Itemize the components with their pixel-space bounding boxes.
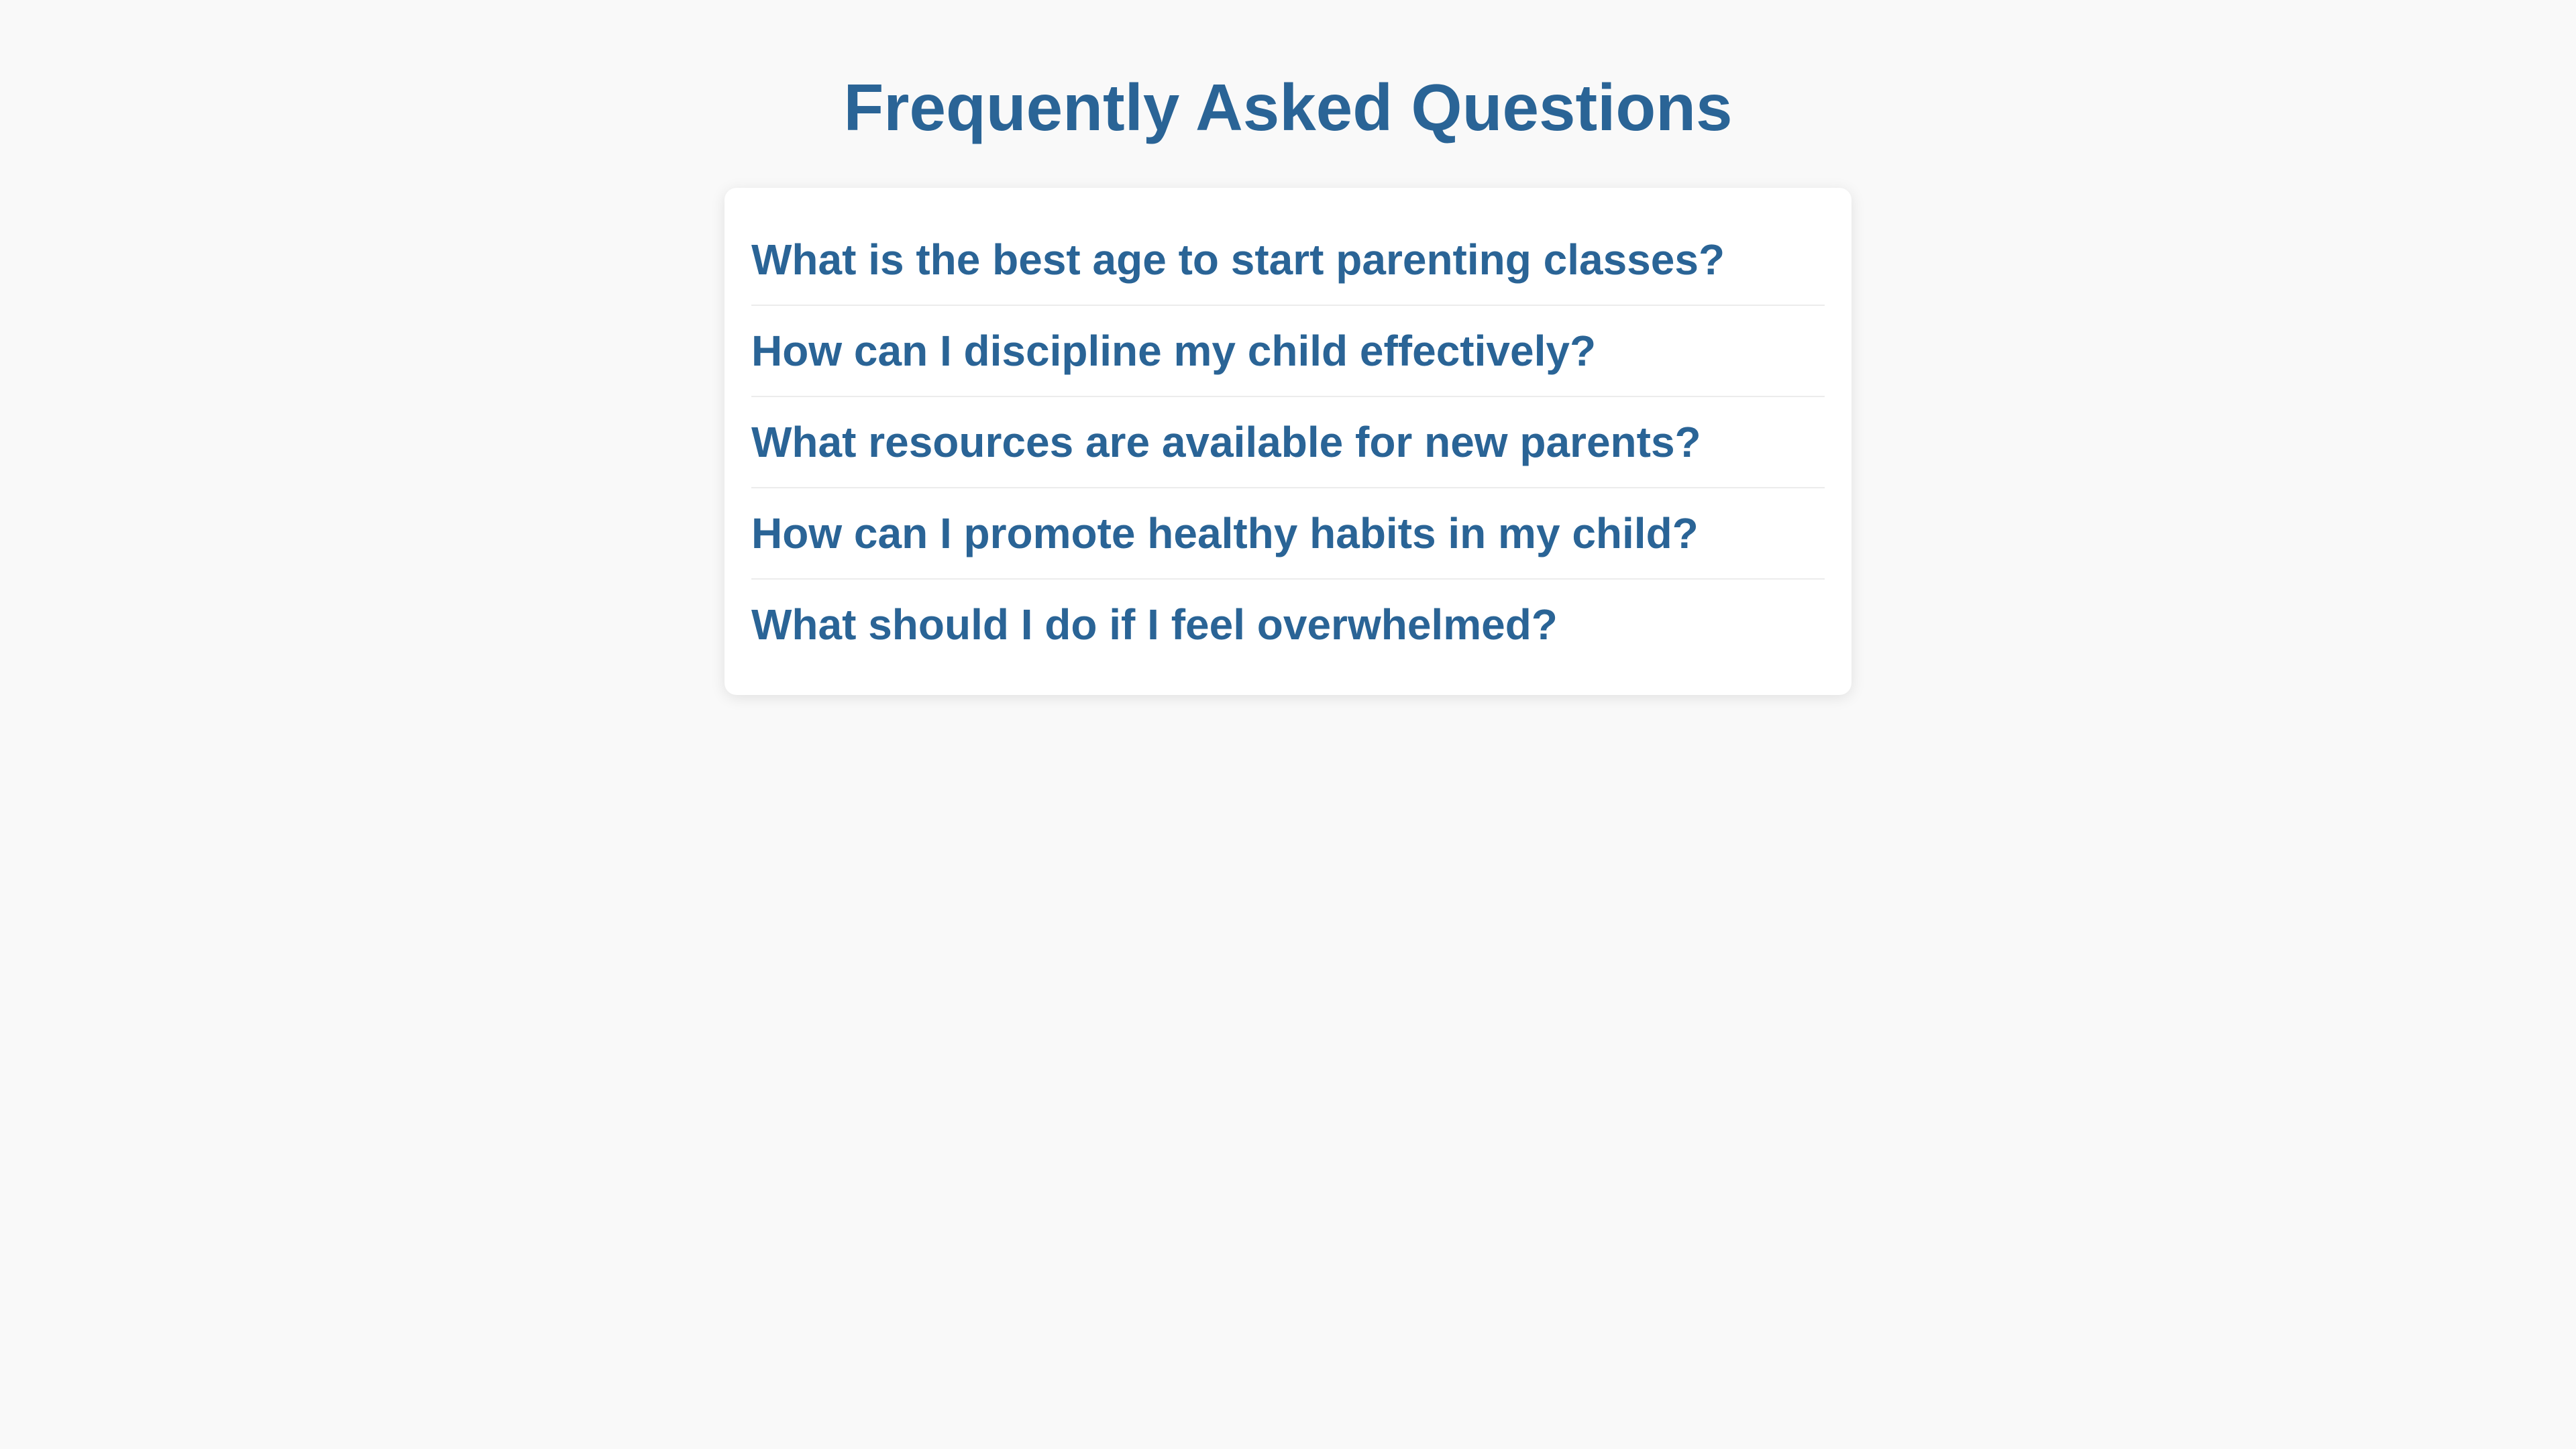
faq-item[interactable]: What resources are available for new par… (751, 397, 1825, 488)
faq-item[interactable]: How can I discipline my child effectivel… (751, 306, 1825, 397)
faq-item[interactable]: How can I promote healthy habits in my c… (751, 488, 1825, 580)
faq-item[interactable]: What is the best age to start parenting … (751, 215, 1825, 306)
faq-list: What is the best age to start parenting … (724, 188, 1851, 695)
faq-item[interactable]: What should I do if I feel overwhelmed? (751, 580, 1825, 671)
faq-question[interactable]: What resources are available for new par… (751, 397, 1825, 472)
faq-question[interactable]: How can I discipline my child effectivel… (751, 306, 1825, 381)
faq-question[interactable]: How can I promote healthy habits in my c… (751, 488, 1825, 564)
page-title: Frequently Asked Questions (843, 70, 1733, 144)
faq-page: Frequently Asked Questions What is the b… (0, 0, 2576, 1449)
faq-question[interactable]: What should I do if I feel overwhelmed? (751, 580, 1825, 655)
faq-question[interactable]: What is the best age to start parenting … (751, 215, 1825, 290)
